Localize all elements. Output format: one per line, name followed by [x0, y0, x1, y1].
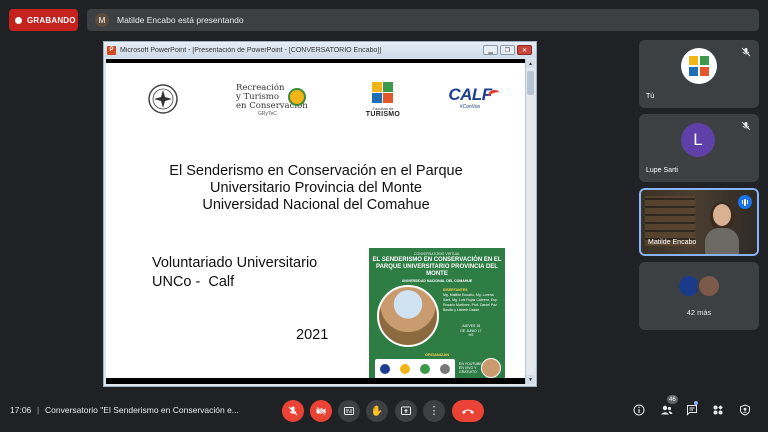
poster-sponsor-logos [375, 359, 455, 379]
facultad-avatar-icon [689, 56, 709, 76]
slide-subtitle-line-2: UNCo - Calf [152, 274, 235, 290]
camera-toggle-button[interactable] [310, 400, 332, 422]
sponsor-calf-icon [380, 364, 390, 374]
mic-off-icon [288, 406, 298, 416]
people-icon [660, 405, 672, 415]
powerpoint-icon: P [107, 45, 116, 55]
video-person [705, 202, 739, 254]
hang-up-icon [462, 409, 474, 414]
shared-screen-window: P Microsoft PowerPoint - [Presentación d… [103, 41, 537, 387]
mic-muted-icon [741, 47, 751, 57]
bottom-divider: | [37, 405, 40, 415]
scroll-up-arrow-icon[interactable]: ▲ [526, 59, 535, 68]
sponsor-turismo-icon [420, 364, 430, 374]
slide-title-line-1: El Senderismo en Conservación en el Parq… [169, 163, 463, 179]
ppt-titlebar: P Microsoft PowerPoint - [Presentación d… [104, 42, 536, 58]
more-options-button[interactable]: ⋮ [423, 400, 445, 422]
people-button[interactable] [659, 403, 673, 417]
sponsor-unco-icon [440, 364, 450, 374]
captions-icon [344, 407, 354, 415]
more-participants-count: 42 más [686, 308, 712, 317]
raise-hand-button[interactable]: ✋ [366, 400, 388, 422]
participant-name: Matilde Encabo [648, 239, 697, 246]
slide: Recreación y Turismo en Conservación GRy… [106, 63, 526, 379]
minimize-button[interactable]: ▁ [483, 45, 498, 55]
activities-button[interactable] [711, 403, 725, 417]
more-participants-tile[interactable]: 42 más [639, 262, 759, 330]
meeting-time: 17:06 [10, 405, 32, 415]
more-options-icon: ⋮ [428, 404, 440, 417]
participant-tile[interactable]: L Lupe Sarti [639, 114, 759, 182]
info-icon [633, 404, 645, 416]
speaking-indicator-icon [738, 195, 752, 209]
facultad-mark-icon [372, 82, 394, 104]
recording-label: GRABANDO [27, 15, 76, 25]
people-count-badge: 46 [667, 395, 678, 404]
close-button[interactable]: ✕ [517, 45, 532, 55]
gryte-logo: Recreación y Turismo en Conservación GRy… [236, 84, 316, 118]
meeting-details-button[interactable] [632, 403, 646, 417]
participant-name: Tú [646, 93, 655, 100]
participant-tile-active-speaker[interactable]: Matilde Encabo [639, 188, 759, 256]
leave-call-button[interactable] [452, 400, 484, 422]
chat-button[interactable] [685, 403, 699, 417]
slide-title-line-3: Universidad Nacional del Comahue [202, 197, 430, 213]
slide-scrollbar[interactable]: ▲ ▼ [525, 59, 535, 384]
gryte-mark-icon [288, 88, 306, 106]
presenter-avatar: M [95, 13, 109, 27]
ppt-window-title: Microsoft PowerPoint - [Presentación de … [120, 46, 382, 54]
poster-organizan: ORGANIZAN [424, 352, 450, 357]
facultad-line-2: TURISMO [365, 111, 401, 118]
calf-logo: CALF #ConVos [438, 86, 502, 110]
presenting-text: Matilde Encabo está presentando [117, 15, 244, 25]
presenting-banner: M Matilde Encabo está presentando [87, 9, 759, 31]
present-now-button[interactable] [395, 400, 417, 422]
slide-title-line-2: Universitario Provincia del Monte [210, 180, 422, 196]
restore-button[interactable]: ❐ [500, 45, 515, 55]
slide-title: El Senderismo en Conservación en el Parq… [126, 163, 506, 214]
captions-button[interactable] [338, 400, 360, 422]
raise-hand-icon: ✋ [370, 405, 384, 417]
participant-avatar: L [681, 123, 715, 157]
present-icon [401, 406, 411, 415]
gryte-sub: GRyTeC [258, 111, 277, 117]
slide-bottom-border [106, 378, 526, 384]
scrollbar-thumb[interactable] [527, 71, 534, 95]
camera-off-icon [316, 406, 326, 416]
participant-tile-self[interactable]: Tú [639, 40, 759, 108]
poster-disertantes-names: Mg. Matilde Encabo, Mg. Lorena Sarti, Mg… [443, 293, 498, 312]
self-avatar [681, 48, 717, 84]
chat-unread-dot [694, 401, 698, 405]
facultad-turismo-logo: Facultad de TURISMO [362, 82, 404, 118]
participant-name: Lupe Sarti [646, 167, 678, 174]
chat-icon [687, 405, 697, 416]
participant-thumb-avatar [697, 274, 721, 298]
scroll-down-arrow-icon[interactable]: ▼ [526, 375, 535, 384]
mic-muted-icon [741, 121, 751, 131]
meeting-title: Conversatorio "El Senderismo en Conserva… [45, 405, 239, 415]
poster-landscape-photo [377, 285, 439, 347]
event-poster: CONVERSATORIO VIRTUAL EL SENDERISMO EN C… [369, 248, 505, 379]
slide-logo-row: Recreación y Turismo en Conservación GRy… [106, 80, 526, 122]
slide-subtitle-line-1: Voluntariado Universitario [152, 255, 318, 271]
slide-subtitle: Voluntariado Universitario UNCo - Calf [152, 254, 317, 292]
recording-dot-icon [15, 16, 22, 24]
poster-university: UNIVERSIDAD NACIONAL DEL COMAHUE [401, 279, 473, 283]
poster-title: EL SENDERISMO EN CONSERVACIÓN EN EL PARQ… [372, 257, 502, 277]
poster-kicker: CONVERSATORIO VIRTUAL [413, 252, 461, 256]
calf-tagline: #ConVos [459, 104, 481, 110]
university-seal-icon [148, 84, 178, 114]
sponsor-gryte-icon [400, 364, 410, 374]
poster-round-photo [481, 358, 501, 378]
recording-indicator[interactable]: GRABANDO [9, 9, 78, 31]
host-controls-icon [740, 404, 750, 416]
mic-toggle-button[interactable] [282, 400, 304, 422]
poster-disertantes: DISERTANTES Mg. Matilde Encabo, Mg. Lore… [443, 288, 501, 313]
poster-date: JUEVES 16 DE JUNIO 17 HS [460, 324, 482, 337]
activities-icon [713, 405, 723, 415]
gryte-line-3: en Conservación [236, 101, 308, 111]
host-controls-button[interactable] [738, 403, 752, 417]
slide-year: 2021 [296, 327, 329, 343]
